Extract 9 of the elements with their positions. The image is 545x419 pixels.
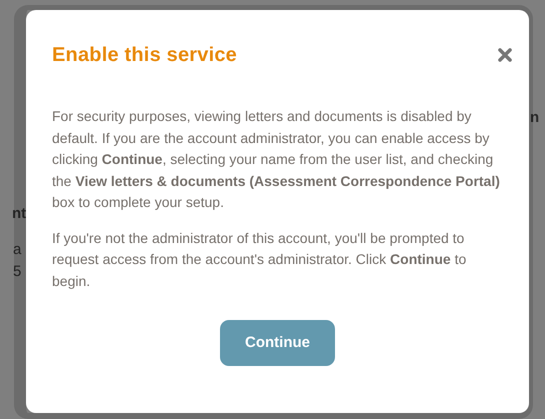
- dialog-title: Enable this service: [52, 43, 238, 68]
- background-text: nt: [12, 204, 26, 224]
- close-icon[interactable]: [498, 48, 512, 62]
- dialog-paragraph: For security purposes, viewing letters and documents is disabled by default. If you are the account administrator, you can enable access by clicking Continue, selecting your name from the user list, and checking the View letters & documents (Assessment Correspondence Portal) box to complete your setup.: [52, 107, 500, 212]
- dialog-paragraph: If you're not the administrator of this account, you'll be prompted to request access from the account's administrator. Click Continue to begin.: [52, 228, 468, 291]
- continue-button[interactable]: Continue: [220, 320, 335, 366]
- background-text: 5: [13, 262, 22, 282]
- background-text: a: [13, 240, 22, 260]
- background-text: n: [530, 108, 540, 128]
